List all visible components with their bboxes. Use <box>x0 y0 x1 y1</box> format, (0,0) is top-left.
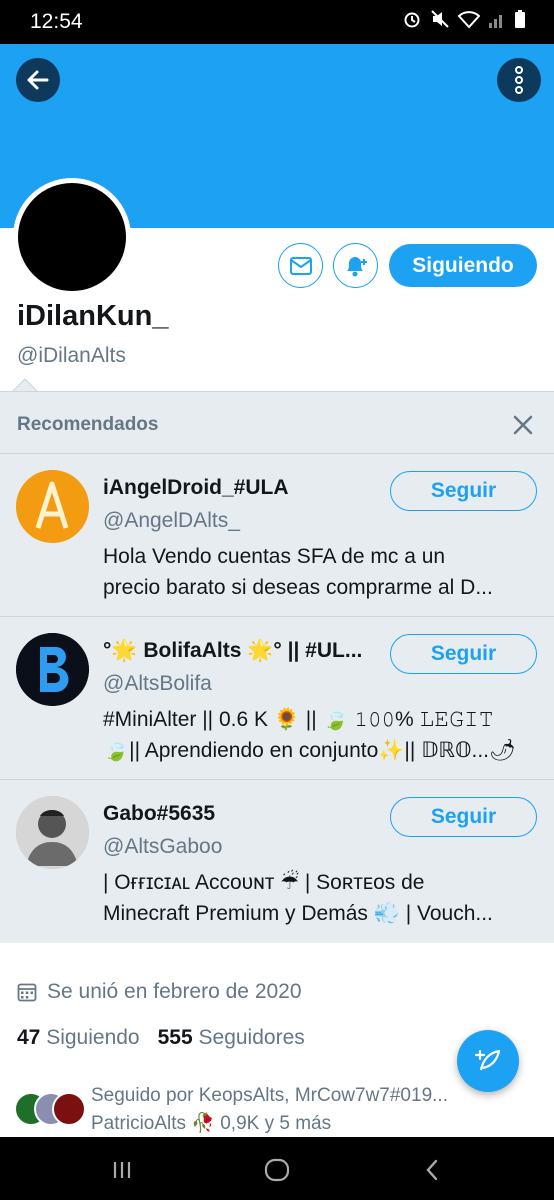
followers-count: 555 <box>157 1026 193 1049</box>
person-photo-icon <box>16 796 89 869</box>
recent-apps-icon <box>113 1162 131 1178</box>
bio-line: Hola Vendo cuentas SFA de mc a un <box>103 545 446 568</box>
following-stat[interactable]: 47 Siguiendo <box>17 1026 140 1049</box>
calendar-icon <box>17 983 37 1002</box>
recommended-bio: #MiniAlter || 0.6 K 🌻 || 🍃 𝟷𝟶𝟶% 𝙻𝙴𝙶𝙸𝚃 🍃|… <box>103 704 538 766</box>
compose-tweet-icon <box>474 1049 501 1071</box>
recommended-card[interactable]: iAngelDroid_#ULA @AngelDAlts_ Hola Vendo… <box>0 453 554 616</box>
letter-b-logo-icon <box>16 633 89 706</box>
bio-line: Minecraft Premium y Demás 💨 | Vouch... <box>103 902 493 925</box>
alarm-icon <box>404 12 420 28</box>
bio-line: 🍃|| Aprendiendo en conjunto✨|| 𝔻ℝ𝕆...🌶 <box>103 739 516 762</box>
envelope-icon <box>289 256 312 275</box>
close-icon <box>513 415 533 435</box>
followers-stat[interactable]: 555 Seguidores <box>158 1026 305 1049</box>
system-nav-bar <box>0 1137 554 1200</box>
home-button[interactable] <box>262 1155 292 1185</box>
bio-line: #MiniAlter || 0.6 K 🌻 || 🍃 𝟷𝟶𝟶% 𝙻𝙴𝙶𝙸𝚃 <box>103 708 494 731</box>
message-button[interactable] <box>278 243 323 288</box>
close-recommended-button[interactable] <box>510 412 536 438</box>
recommended-bio: Hola Vendo cuentas SFA de mc a un precio… <box>103 541 538 603</box>
avatar <box>52 1092 86 1126</box>
more-options-button[interactable] <box>497 58 541 102</box>
battery-icon <box>515 10 525 28</box>
followed-by-line: Seguido por KeopsAlts, MrCow7w7#019... <box>91 1085 448 1106</box>
recommended-title: Recomendados <box>17 414 159 435</box>
followed-by-avatars <box>14 1092 94 1128</box>
chevron-left-icon <box>426 1159 438 1181</box>
followed-by-text: Seguido por KeopsAlts, MrCow7w7#019... P… <box>91 1082 481 1138</box>
recommended-name[interactable]: °🌟 BolifaAlts 🌟° || #UL... <box>103 639 383 663</box>
avatar[interactable] <box>16 633 89 706</box>
status-time: 12:54 <box>30 10 83 33</box>
bell-plus-icon <box>346 256 367 276</box>
notifications-button[interactable] <box>333 243 378 288</box>
recommended-card[interactable]: °🌟 BolifaAlts 🌟° || #UL... @AltsBolifa #… <box>0 616 554 779</box>
following-button[interactable]: Siguiendo <box>389 244 537 287</box>
follow-button[interactable]: Seguir <box>390 797 537 837</box>
bio-line: precio barato si deseas comprarme al D..… <box>103 576 493 599</box>
follow-button[interactable]: Seguir <box>390 471 537 511</box>
following-count: 47 <box>17 1026 41 1049</box>
recent-apps-button[interactable] <box>107 1155 137 1185</box>
recommended-header: Recomendados <box>0 391 554 453</box>
status-icons <box>402 9 526 29</box>
recommended-name[interactable]: iAngelDroid_#ULA <box>103 476 383 500</box>
bio-line: | Oғғɪᴄɪᴀʟ Aᴄᴄᴏᴜɴᴛ ☔ | Sᴏʀᴛᴇᴏs de <box>103 871 425 894</box>
wifi-icon <box>458 11 480 29</box>
recommended-name[interactable]: Gabo#5635 <box>103 802 383 826</box>
recommended-handle: @AltsBolifa <box>103 672 212 695</box>
followed-by[interactable]: Seguido por KeopsAlts, MrCow7w7#019... P… <box>14 1082 554 1138</box>
back-button[interactable] <box>16 58 60 102</box>
profile-avatar[interactable] <box>13 178 131 296</box>
joined-date: Se unió en febrero de 2020 <box>17 980 302 1004</box>
compose-tweet-button[interactable] <box>457 1030 519 1092</box>
profile-display-name: iDilanKun_ <box>17 300 169 332</box>
followed-by-line: PatricioAlts 🥀 0,9K y 5 más <box>91 1113 332 1134</box>
joined-text: Se unió en febrero de 2020 <box>47 980 302 1003</box>
recommended-handle: @AltsGaboo <box>103 835 223 858</box>
arrow-left-icon <box>27 70 49 90</box>
avatar[interactable] <box>16 470 89 543</box>
status-bar: 12:54 <box>0 0 554 44</box>
signal-icon <box>489 15 502 28</box>
follow-stats: 47 Siguiendo 555 Seguidores <box>17 1026 305 1050</box>
letter-a-logo-icon <box>16 470 89 543</box>
recommended-handle: @AngelDAlts_ <box>103 509 240 532</box>
home-icon <box>264 1158 290 1182</box>
followers-label: Seguidores <box>198 1026 305 1049</box>
recommended-bio: | Oғғɪᴄɪᴀʟ Aᴄᴄᴏᴜɴᴛ ☔ | Sᴏʀᴛᴇᴏs de Minecr… <box>103 867 538 929</box>
following-label: Siguiendo <box>46 1026 140 1049</box>
more-vertical-icon <box>515 66 523 94</box>
system-back-button[interactable] <box>417 1155 447 1185</box>
avatar[interactable] <box>16 796 89 869</box>
mute-icon <box>431 10 449 28</box>
follow-button[interactable]: Seguir <box>390 634 537 674</box>
profile-handle: @iDilanAlts <box>17 344 126 367</box>
recommended-card[interactable]: Gabo#5635 @AltsGaboo | Oғғɪᴄɪᴀʟ Aᴄᴄᴏᴜɴᴛ … <box>0 779 554 942</box>
